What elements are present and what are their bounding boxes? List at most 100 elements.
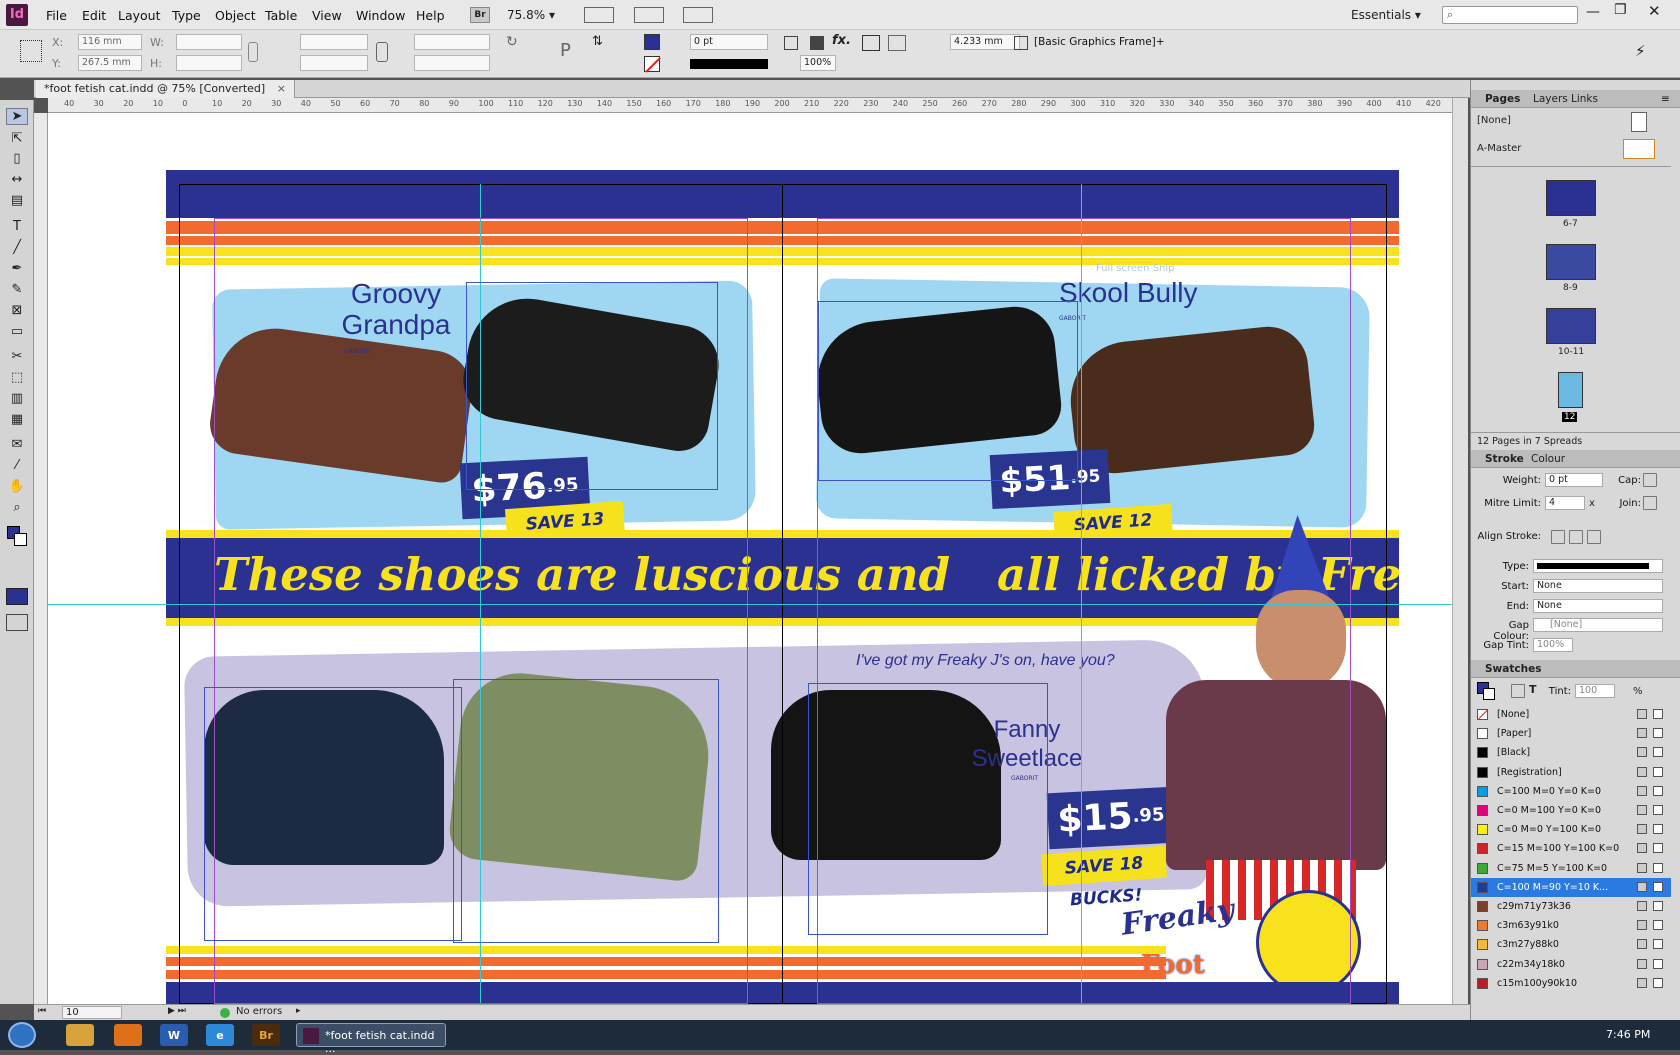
preflight-menu-icon[interactable]: ▸ [296, 1006, 301, 1016]
text-wrap-icon[interactable] [784, 36, 798, 50]
stroke-type-select[interactable] [690, 59, 768, 69]
rotation-field[interactable] [414, 34, 490, 50]
scale-x-field[interactable] [300, 34, 368, 50]
swatch-item[interactable]: C=100 M=0 Y=0 K=0 [1471, 782, 1671, 801]
document-tab[interactable]: *foot fetish cat.indd @ 75% [Converted] … [36, 80, 295, 98]
tab-links[interactable]: Links [1571, 93, 1598, 105]
gradient-swatch-tool[interactable]: ▥ [6, 390, 28, 407]
direct-selection-tool[interactable]: ⇱ [6, 130, 28, 147]
join-miter-icon[interactable] [1643, 496, 1657, 510]
menu-file[interactable]: File [46, 8, 67, 23]
menu-object[interactable]: Object [215, 8, 256, 23]
start-button[interactable] [8, 1022, 36, 1048]
container-formatting-icon[interactable] [1511, 684, 1525, 698]
miter-field[interactable]: 4 [1545, 496, 1585, 510]
fill-stroke-toggle[interactable] [1477, 682, 1495, 700]
pencil-tool[interactable]: ✎ [6, 281, 28, 298]
type-tool[interactable]: T [6, 218, 28, 235]
constrain-proportions-icon[interactable] [248, 42, 258, 62]
master-a[interactable]: A-Master [1471, 137, 1671, 161]
panel-menu-icon[interactable]: ≡ [1661, 93, 1670, 105]
bridge-button[interactable]: Br [470, 7, 490, 23]
minimize-button[interactable]: — [1586, 4, 1600, 20]
swatch-item[interactable]: C=15 M=100 Y=100 K=0 [1471, 839, 1671, 858]
swatch-item[interactable]: [Black] [1471, 743, 1671, 762]
menu-layout[interactable]: Layout [118, 8, 161, 23]
scissors-tool[interactable]: ✂ [6, 348, 28, 365]
swatch-item[interactable]: [Paper] [1471, 724, 1671, 743]
align-left-icon[interactable] [862, 35, 880, 51]
menu-help[interactable]: Help [416, 8, 445, 23]
width-field[interactable] [176, 34, 242, 50]
tint-field[interactable]: 100 [1575, 684, 1615, 698]
clock[interactable]: 7:46 PM [1606, 1028, 1650, 1041]
next-page-icon[interactable]: ▶ ⏭ [168, 1006, 186, 1016]
preflight-status[interactable]: No errors [236, 1006, 282, 1017]
weight-field[interactable]: 0 pt [1545, 473, 1603, 487]
dimension-field[interactable]: 4.233 mm [950, 34, 1020, 50]
menu-view[interactable]: View [312, 8, 342, 23]
swatch-item[interactable]: c29m71y73k36 [1471, 897, 1671, 916]
master-none[interactable]: [None] [1471, 110, 1671, 132]
screen-mode-tool[interactable] [6, 614, 28, 631]
drop-shadow-icon[interactable] [810, 36, 824, 50]
height-field[interactable] [176, 55, 242, 71]
graphic-frame[interactable] [466, 282, 718, 490]
vertical-scrollbar[interactable] [1452, 98, 1468, 1004]
align-center-stroke-icon[interactable] [1551, 530, 1565, 544]
zoom-tool[interactable]: ⌕ [6, 499, 28, 516]
graphic-frame[interactable] [808, 683, 1048, 935]
word-icon[interactable]: W [160, 1024, 188, 1046]
swatch-item[interactable]: [Registration] [1471, 763, 1671, 782]
document-canvas[interactable]: Groovy Grandpa GABORIT $76.95 SAVE 13 BU… [48, 113, 1452, 1004]
tab-pages[interactable]: Pages [1485, 93, 1520, 105]
select-container-icon[interactable]: ⇅ [592, 34, 603, 49]
bridge-icon[interactable]: Br [252, 1024, 280, 1046]
tab-layers[interactable]: Layers [1533, 93, 1568, 105]
cap-butt-icon[interactable] [1643, 473, 1657, 487]
swatch-item[interactable]: C=0 M=100 Y=0 K=0 [1471, 801, 1671, 820]
content-collector-tool[interactable]: ▤ [6, 192, 28, 209]
gradient-feather-tool[interactable]: ▦ [6, 411, 28, 428]
type-select[interactable] [1533, 559, 1663, 573]
pen-tool[interactable]: ✒ [6, 260, 28, 277]
close-window-button[interactable]: ✕ [1648, 2, 1661, 20]
scale-y-field[interactable] [300, 55, 368, 71]
restore-button[interactable]: ❐ [1614, 2, 1627, 18]
zoom-level[interactable]: 75.8% ▾ [507, 8, 555, 22]
tab-colour[interactable]: Colour [1531, 453, 1565, 465]
align-center-icon[interactable] [888, 35, 906, 51]
flip-icon[interactable]: P [560, 40, 571, 61]
workspace-switcher[interactable]: Essentials ▾ [1351, 8, 1421, 22]
graphic-frame[interactable] [818, 301, 1078, 481]
y-field[interactable]: 267.5 mm [78, 55, 142, 71]
line-tool[interactable]: ╱ [6, 239, 28, 256]
note-tool[interactable]: ✉ [6, 436, 28, 453]
screen-mode-icon[interactable] [584, 7, 614, 23]
spread-thumb-12[interactable] [1558, 372, 1583, 408]
ie-icon[interactable]: e [206, 1024, 234, 1046]
gap-tint-field[interactable]: 100% [1533, 638, 1573, 652]
reference-point-icon[interactable] [20, 40, 42, 62]
fill-swatch[interactable] [644, 34, 660, 50]
effects-icon[interactable]: fx. [832, 33, 851, 48]
object-style-select[interactable]: [Basic Graphics Frame]+ [1034, 36, 1168, 48]
tab-stroke[interactable]: Stroke [1485, 453, 1524, 465]
swatch-item[interactable]: c3m63y91k0 [1471, 916, 1671, 935]
shear-field[interactable] [414, 55, 490, 71]
stroke-weight-field[interactable]: 0 pt [690, 34, 768, 50]
selection-tool[interactable]: ➤ [6, 108, 28, 125]
align-outside-stroke-icon[interactable] [1587, 530, 1601, 544]
graphic-frame[interactable] [453, 679, 719, 943]
swatch-item[interactable]: c15m100y90k10 [1471, 974, 1671, 993]
view-options-icon[interactable] [634, 7, 664, 23]
swatch-item[interactable]: C=75 M=5 Y=100 K=0 [1471, 859, 1671, 878]
swatch-item[interactable]: [None] [1471, 705, 1671, 724]
graphic-frame[interactable] [204, 687, 462, 941]
swatch-item[interactable]: C=0 M=0 Y=100 K=0 [1471, 820, 1671, 839]
search-input[interactable]: ⌕ [1442, 6, 1578, 24]
arrange-documents-icon[interactable] [683, 7, 713, 23]
eyedropper-tool[interactable]: ⁄ [6, 457, 28, 474]
free-transform-tool[interactable]: ⬚ [6, 369, 28, 386]
stroke-swatch[interactable] [644, 56, 661, 73]
